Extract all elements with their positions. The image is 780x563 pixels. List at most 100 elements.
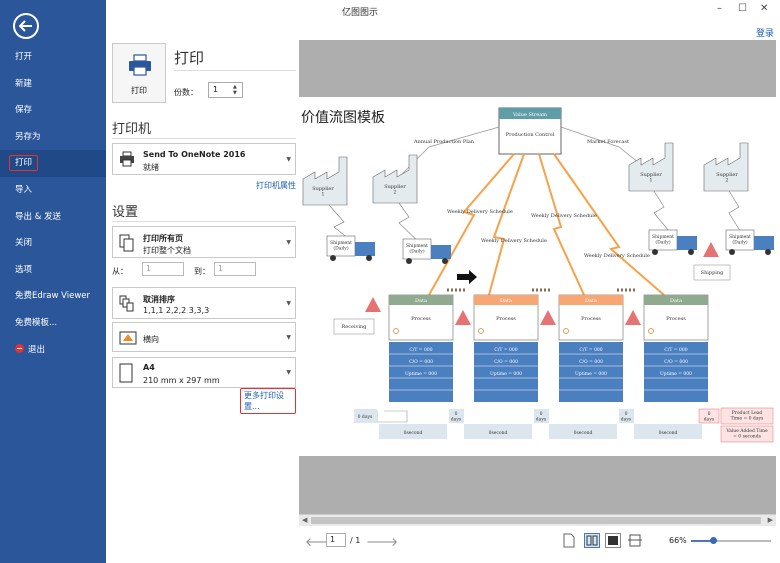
chevron-down-icon: ▼ bbox=[286, 156, 291, 163]
preview-page: 价值流图模板 Value Stream Production Control A… bbox=[299, 97, 776, 456]
zoom-slider-knob[interactable] bbox=[710, 537, 718, 544]
svg-text:Uptime = 000: Uptime = 000 bbox=[405, 371, 437, 377]
zoom-slider[interactable] bbox=[691, 537, 771, 544]
to-input[interactable]: 1 bbox=[214, 262, 256, 276]
production-control-box: Value Stream Production Control bbox=[498, 107, 562, 155]
print-range-title: 打印所有页 bbox=[143, 234, 183, 243]
schedule-label-4: Weekly Delivery Schedule bbox=[584, 253, 650, 259]
chevron-down-icon: ▼ bbox=[286, 300, 291, 307]
svg-text:Value Stream: Value Stream bbox=[512, 112, 547, 118]
paper-size-select[interactable]: A4 210 mm x 297 mm ▼ bbox=[112, 357, 296, 388]
orientation-select[interactable]: 横向 ▼ bbox=[112, 322, 296, 352]
chevron-down-icon: ▼ bbox=[286, 369, 291, 376]
receiving-box: Receiving bbox=[333, 318, 375, 335]
chevron-down-icon: ▼ bbox=[286, 334, 291, 341]
login-link[interactable]: 登录 bbox=[756, 26, 774, 39]
process-box-4: Data Process C/T = 000 C/O = 000 Uptime = 00… bbox=[643, 294, 709, 402]
chevron-down-icon: ▼ bbox=[286, 239, 291, 246]
svg-text:C/O = 000: C/O = 000 bbox=[494, 359, 518, 365]
menu-exit[interactable]: 退出 bbox=[0, 337, 106, 364]
printer-properties-link[interactable]: 打印机属性 bbox=[256, 180, 296, 191]
single-page-view-icon[interactable] bbox=[562, 533, 578, 548]
svg-text:C/O = 000: C/O = 000 bbox=[409, 359, 433, 365]
annual-plan-label: Annual Production Plan bbox=[413, 139, 475, 145]
svg-text:0second: 0second bbox=[659, 430, 678, 436]
menu-save-as[interactable]: 另存为 bbox=[0, 124, 106, 151]
svg-text:Product LeadTime = 0 days: Product Lead Time = 0 days bbox=[731, 410, 764, 422]
copies-input[interactable]: 1 ▲ ▼ bbox=[208, 82, 243, 98]
supplier-factory-3: Supplier 1 bbox=[628, 142, 674, 192]
value-stream-diagram: 价值流图模板 Value Stream Production Control A… bbox=[301, 107, 774, 443]
horizontal-scrollbar[interactable]: ◀ ▶ bbox=[299, 514, 776, 526]
scroll-left-icon[interactable]: ◀ bbox=[302, 516, 307, 524]
process-box-1: Data Process C/T = 000 C/O = 000 Uptime = 00… bbox=[388, 294, 454, 402]
landscape-orientation-icon bbox=[119, 331, 137, 345]
minimize-icon[interactable]: – bbox=[717, 3, 722, 14]
svg-text:Process: Process bbox=[666, 316, 686, 322]
paper-sub: 210 mm x 297 mm bbox=[143, 376, 220, 385]
close-icon[interactable]: ✕ bbox=[760, 3, 768, 14]
svg-text:0second: 0second bbox=[489, 430, 508, 436]
collate-title: 取消排序 bbox=[143, 295, 175, 304]
schedule-label-2: Weekly Delivery Schedule bbox=[481, 238, 547, 244]
svg-text:0second: 0second bbox=[404, 430, 423, 436]
menu-import[interactable]: 导入 bbox=[0, 177, 106, 204]
svg-text:Data: Data bbox=[415, 298, 427, 304]
page-input[interactable]: 1 bbox=[326, 533, 346, 547]
orientation-label: 横向 bbox=[143, 335, 159, 344]
print-range-select[interactable]: 打印所有页 打印整个文档 ▼ bbox=[112, 226, 296, 258]
collate-select[interactable]: 取消排序 1,1,1 2,2,2 3,3,3 ▼ bbox=[112, 287, 296, 319]
svg-text:Production Control: Production Control bbox=[506, 132, 555, 138]
collate-icon bbox=[119, 295, 134, 312]
fit-page-view-icon[interactable] bbox=[605, 533, 621, 548]
to-label: 到： bbox=[194, 267, 210, 276]
menu-close[interactable]: 关闭 bbox=[0, 230, 106, 257]
process-box-3: Data Process C/T = 000 C/O = 000 Uptime = 00… bbox=[558, 294, 624, 402]
back-button[interactable] bbox=[13, 13, 39, 39]
printer-small-icon bbox=[120, 151, 134, 167]
menu-print[interactable]: 打印 bbox=[0, 150, 106, 177]
svg-text:C/T = 000: C/T = 000 bbox=[494, 347, 517, 353]
fit-width-view-icon[interactable] bbox=[627, 533, 643, 548]
svg-text:Data: Data bbox=[500, 298, 512, 304]
svg-text:Process: Process bbox=[581, 316, 601, 322]
svg-text:0second: 0second bbox=[574, 430, 593, 436]
shipment-truck-2: Shipment (Daily) bbox=[402, 238, 451, 264]
copies-spinner[interactable]: ▲ ▼ bbox=[233, 84, 241, 96]
printer-section-title: 打印机 bbox=[112, 122, 152, 137]
svg-text:0 days: 0 days bbox=[358, 414, 373, 420]
menu-new[interactable]: 新建 bbox=[0, 71, 106, 98]
svg-text:Uptime = 000: Uptime = 000 bbox=[490, 371, 522, 377]
settings-section-title: 设置 bbox=[112, 205, 139, 220]
window-title: 亿图图示 bbox=[342, 8, 379, 18]
scroll-right-icon[interactable]: ▶ bbox=[768, 516, 773, 524]
exit-icon bbox=[15, 343, 24, 353]
zoom-level: 66% bbox=[669, 536, 687, 545]
shipment-truck-3: Shipment (Daily) bbox=[648, 229, 697, 255]
menu-save[interactable]: 保存 bbox=[0, 97, 106, 124]
more-print-settings-link[interactable]: 更多打印设置... bbox=[240, 388, 296, 414]
from-input[interactable]: 1 bbox=[142, 262, 184, 276]
svg-text:C/O = 000: C/O = 000 bbox=[579, 359, 603, 365]
menu-export-send[interactable]: 导出 & 发送 bbox=[0, 204, 106, 231]
svg-text:Data: Data bbox=[670, 298, 682, 304]
maximize-icon[interactable]: ☐ bbox=[738, 3, 747, 14]
schedule-label-1: Weekly Delivery Schedule bbox=[447, 209, 513, 215]
svg-text:Receiving: Receiving bbox=[342, 324, 368, 330]
menu-open[interactable]: 打开 bbox=[0, 44, 106, 71]
print-button[interactable]: 打印 bbox=[112, 43, 166, 103]
schedule-label-3: Weekly Delivery Schedule bbox=[531, 213, 597, 219]
menu-free-viewer[interactable]: 免费Edraw Viewer bbox=[0, 283, 106, 310]
backstage-sidebar: 打开 新建 保存 另存为 打印 导入 导出 & 发送 关闭 选项 免费Edraw… bbox=[0, 0, 106, 563]
menu-options[interactable]: 选项 bbox=[0, 257, 106, 284]
printer-select[interactable]: Send To OneNote 2016 就绪 ▼ bbox=[112, 143, 296, 175]
supplier-factory-2: Supplier 2 bbox=[372, 154, 418, 204]
title-bar: 亿图图示 – ☐ ✕ bbox=[106, 0, 780, 22]
svg-text:Uptime = 000: Uptime = 000 bbox=[660, 371, 692, 377]
menu-free-templates[interactable]: 免费模板... bbox=[0, 310, 106, 337]
next-page-icon[interactable]: 🡒 bbox=[366, 534, 398, 549]
svg-text:C/T = 000: C/T = 000 bbox=[579, 347, 602, 353]
scrollbar-thumb[interactable] bbox=[311, 517, 761, 524]
two-page-view-icon[interactable] bbox=[584, 533, 600, 548]
print-preview: 价值流图模板 Value Stream Production Control A… bbox=[299, 40, 776, 526]
